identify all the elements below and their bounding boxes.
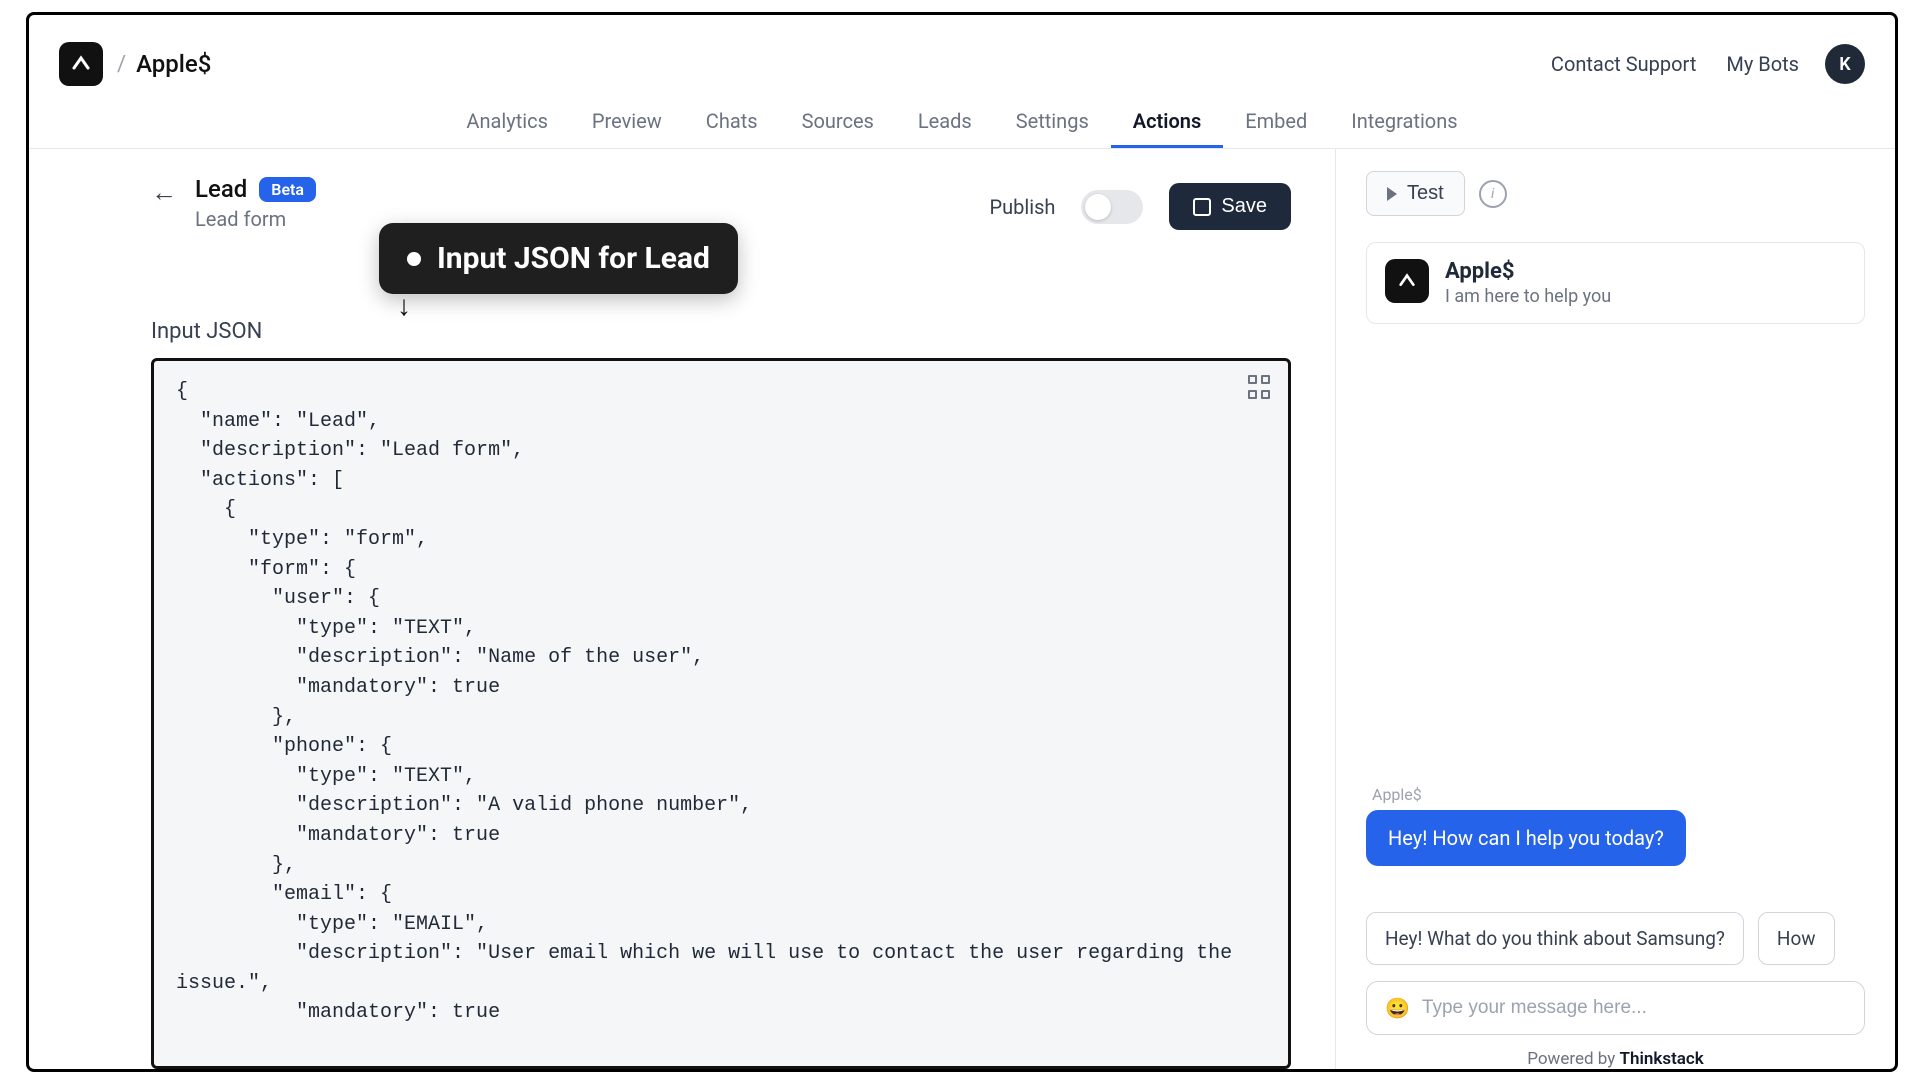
bot-avatar-icon [1398, 272, 1416, 290]
app-frame: / Apple$ Contact Support My Bots K Analy… [26, 12, 1898, 1072]
user-avatar[interactable]: K [1825, 44, 1865, 84]
chat-sender-label: Apple$ [1372, 785, 1865, 804]
callout-text: Input JSON for Lead [437, 241, 710, 276]
header: / Apple$ Contact Support My Bots K [29, 15, 1895, 95]
breadcrumb-separator: / [117, 52, 126, 77]
test-row: Test i [1366, 171, 1865, 216]
action-title: Lead [195, 175, 247, 203]
json-editor[interactable]: { "name": "Lead", "description": "Lead f… [151, 358, 1291, 1069]
emoji-icon[interactable]: 😀 [1385, 996, 1410, 1020]
logo-icon [71, 54, 91, 74]
powered-by-prefix: Powered by [1527, 1049, 1619, 1069]
chat-header-card: Apple$ I am here to help you [1366, 242, 1865, 324]
chat-message-bubble: Hey! How can I help you today? [1366, 810, 1686, 866]
chat-bot-title: Apple$ [1445, 259, 1611, 284]
tab-leads[interactable]: Leads [896, 95, 994, 148]
suggestion-chip[interactable]: Hey! What do you think about Samsung? [1366, 912, 1744, 965]
callout-arrow-icon: ↓ [397, 298, 411, 315]
save-icon [1193, 198, 1211, 216]
tab-embed[interactable]: Embed [1223, 95, 1329, 148]
chat-preview-panel: Test i Apple$ I am here to help you Appl… [1335, 149, 1895, 1069]
back-arrow-icon[interactable]: ← [151, 177, 177, 208]
chat-body: Apple$ Hey! How can I help you today? He… [1366, 324, 1865, 1069]
main-tabs: AnalyticsPreviewChatsSourcesLeadsSetting… [29, 95, 1895, 149]
suggestion-row: Hey! What do you think about Samsung? How [1366, 912, 1865, 965]
action-header-row: ← Lead Beta Lead form Publish Save [151, 175, 1291, 231]
json-code[interactable]: { "name": "Lead", "description": "Lead f… [176, 377, 1266, 1028]
action-title-block: Lead Beta Lead form [195, 175, 316, 231]
main-area: ← Lead Beta Lead form Publish Save [29, 149, 1895, 1069]
chat-input[interactable] [1422, 997, 1846, 1019]
toggle-knob [1085, 194, 1111, 220]
app-logo[interactable] [59, 42, 103, 86]
bot-avatar [1385, 259, 1429, 303]
chat-input-row: 😀 [1366, 981, 1865, 1035]
tab-sources[interactable]: Sources [780, 95, 896, 148]
action-subtitle: Lead form [195, 207, 316, 231]
contact-support-link[interactable]: Contact Support [1551, 52, 1696, 76]
my-bots-link[interactable]: My Bots [1726, 52, 1799, 76]
save-button[interactable]: Save [1169, 183, 1291, 230]
tutorial-callout: Input JSON for Lead ↓ [379, 223, 738, 311]
chat-bot-subtitle: I am here to help you [1445, 286, 1611, 307]
action-editor-panel: ← Lead Beta Lead form Publish Save [29, 149, 1335, 1069]
play-icon [1387, 187, 1397, 201]
action-header-controls: Publish Save [989, 175, 1291, 230]
tab-actions[interactable]: Actions [1111, 95, 1223, 148]
callout-bubble: Input JSON for Lead [379, 223, 738, 294]
test-button-label: Test [1407, 182, 1444, 205]
input-json-label: Input JSON [151, 319, 1291, 344]
powered-by: Powered by Thinkstack [1366, 1049, 1865, 1069]
beta-badge: Beta [259, 177, 316, 202]
tab-analytics[interactable]: Analytics [444, 95, 570, 148]
info-icon[interactable]: i [1479, 180, 1507, 208]
callout-dot-icon [407, 252, 421, 266]
breadcrumb-bot-name[interactable]: Apple$ [136, 50, 211, 78]
suggestion-chip[interactable]: How [1758, 912, 1835, 965]
tab-chats[interactable]: Chats [684, 95, 780, 148]
publish-toggle[interactable] [1081, 190, 1143, 224]
tab-settings[interactable]: Settings [994, 95, 1111, 148]
publish-label: Publish [989, 195, 1055, 219]
tab-integrations[interactable]: Integrations [1329, 95, 1479, 148]
collapse-icon[interactable] [1248, 375, 1274, 401]
powered-by-brand[interactable]: Thinkstack [1620, 1049, 1704, 1069]
test-button[interactable]: Test [1366, 171, 1465, 216]
tab-preview[interactable]: Preview [570, 95, 684, 148]
save-button-label: Save [1221, 195, 1267, 218]
